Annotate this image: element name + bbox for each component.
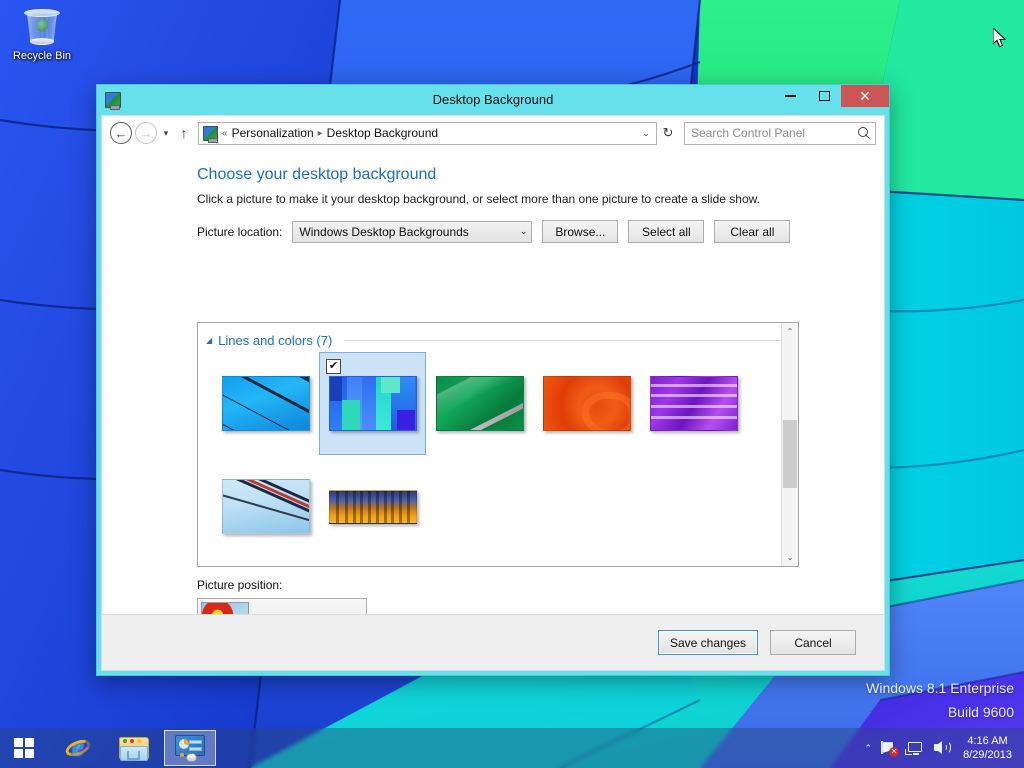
page-subheading: Click a picture to make it your desktop … (197, 192, 760, 206)
scrollbar-thumb[interactable] (783, 420, 797, 488)
thumbnail-item-7[interactable] (319, 455, 426, 558)
minimize-button[interactable] (773, 85, 807, 107)
scroll-down-button[interactable]: ⌄ (782, 549, 798, 566)
thumbnail-row-1: ✔ (198, 352, 798, 455)
gallery-group-header[interactable]: ◢ Lines and colors (7) (206, 333, 788, 348)
amber-building-thumbnail (328, 489, 417, 524)
recycle-bin-label: Recycle Bin (12, 50, 72, 62)
orange-swirl-thumbnail (542, 376, 631, 431)
select-all-button[interactable]: Select all (628, 220, 705, 243)
up-button[interactable]: ↑ (174, 125, 194, 141)
light-blue-curve-thumbnail (221, 479, 310, 534)
scroll-up-button[interactable]: ⌃ (782, 323, 798, 340)
blue-lines-thumbnail (221, 376, 310, 431)
picture-location-row: Picture location: Windows Desktop Backgr… (197, 220, 884, 243)
collapse-triangle-icon[interactable]: ◢ (206, 336, 212, 345)
chevron-down-icon: ⌄ (519, 226, 528, 236)
control-panel-icon (175, 735, 205, 762)
breadcrumb-item-desktop-background[interactable]: Desktop Background (327, 126, 438, 140)
clock-time: 4:16 AM (967, 735, 1008, 747)
thumbnail-row-2 (198, 455, 798, 558)
window-title-bar[interactable]: Desktop Background ✕ (97, 85, 889, 115)
clear-all-button[interactable]: Clear all (714, 220, 791, 243)
volume-icon[interactable] (933, 740, 952, 756)
recycle-bin[interactable]: Recycle Bin (4, 4, 80, 63)
group-divider (344, 340, 788, 341)
breadcrumb: « Personalization ▸ Desktop Background (222, 126, 638, 140)
network-icon[interactable]: ✕ (881, 740, 900, 757)
personalization-icon (105, 92, 121, 110)
search-icon[interactable] (858, 126, 871, 140)
picture-position-label: Picture position: (197, 578, 283, 592)
forward-arrow-icon: → (139, 125, 153, 141)
dialog-footer: Save changes Cancel (102, 614, 884, 670)
maximize-icon (818, 91, 830, 101)
gallery-group-label: Lines and colors (7) (218, 333, 333, 348)
picture-position-preview (201, 602, 249, 614)
desktop-background-window[interactable]: Desktop Background ✕ ← → ▾ ↑ « Personali… (96, 84, 890, 676)
browse-button[interactable]: Browse... (542, 220, 619, 243)
windows-logo-icon (14, 738, 34, 758)
cancel-button[interactable]: Cancel (770, 630, 856, 655)
minimize-icon (784, 95, 796, 97)
main-content: Choose your desktop background Click a p… (102, 150, 884, 614)
picture-location-value: Windows Desktop Backgrounds (299, 224, 469, 239)
close-button[interactable]: ✕ (841, 85, 889, 107)
back-arrow-icon: ← (114, 125, 128, 141)
address-personalization-icon (203, 125, 218, 143)
window-title: Desktop Background (432, 92, 554, 107)
recent-locations-button[interactable]: ▾ (158, 128, 174, 139)
picture-location-label: Picture location: (197, 224, 283, 239)
picture-position-select[interactable]: Fill ⌄ (197, 598, 367, 614)
taskbar-control-panel[interactable] (164, 730, 216, 766)
forward-button[interactable]: → (135, 122, 157, 144)
thumbnail-checkbox[interactable]: ✔ (326, 359, 341, 374)
clock-date: 8/29/2013 (963, 749, 1012, 761)
show-hidden-icons-button[interactable]: ⌃ (865, 743, 873, 754)
desktop[interactable]: Recycle Bin Desktop Background ✕ ← → ▾ ↑… (0, 0, 1024, 768)
thumbnail-item-6[interactable] (212, 455, 319, 558)
internet-explorer-icon: e (63, 734, 93, 762)
breadcrumb-separator: ▸ (317, 127, 323, 139)
balloon-panels-thumbnail (328, 376, 417, 431)
purple-waves-thumbnail (649, 376, 738, 431)
window-client-area: ← → ▾ ↑ « Personalization ▸ Desktop Back… (101, 115, 885, 671)
display-icon[interactable] (905, 740, 924, 756)
back-button[interactable]: ← (110, 122, 132, 144)
picture-location-select[interactable]: Windows Desktop Backgrounds ⌄ (292, 220, 533, 243)
taskbar[interactable]: e ⌃ ✕ 4:16 AM 8/29/2013 (0, 728, 1024, 768)
search-box[interactable] (684, 121, 876, 145)
navigation-bar: ← → ▾ ↑ « Personalization ▸ Desktop Back… (102, 116, 884, 150)
system-tray[interactable]: ⌃ ✕ 4:16 AM 8/29/2013 (865, 728, 1024, 768)
thumbnail-item-5[interactable] (640, 352, 747, 455)
start-button[interactable] (0, 728, 48, 768)
file-explorer-icon (119, 735, 149, 761)
close-icon: ✕ (859, 88, 871, 104)
window-controls[interactable]: ✕ (773, 85, 889, 115)
gallery-viewport: ◢ Lines and colors (7) ✔ (198, 323, 798, 566)
address-dropdown-icon[interactable]: ⌄ (638, 128, 654, 139)
taskbar-internet-explorer[interactable]: e (52, 730, 104, 766)
thumbnail-item-1[interactable] (212, 352, 319, 455)
maximize-button[interactable] (807, 85, 841, 107)
scrollbar-track[interactable] (782, 340, 798, 549)
thumbnail-item-2-selected[interactable]: ✔ (319, 352, 426, 455)
breadcrumb-prefix: « (222, 127, 228, 139)
green-ribbon-thumbnail (435, 376, 524, 431)
page-title: Choose your desktop background (197, 166, 437, 183)
search-input[interactable] (691, 126, 858, 140)
thumbnail-item-4[interactable] (533, 352, 640, 455)
recycle-bin-icon (21, 6, 63, 48)
refresh-button[interactable]: ↻ (657, 125, 679, 141)
taskbar-file-explorer[interactable] (108, 730, 160, 766)
picture-gallery[interactable]: ◢ Lines and colors (7) ✔ ⌃ ⌄ (197, 322, 799, 567)
save-changes-button[interactable]: Save changes (658, 630, 758, 655)
clock[interactable]: 4:16 AM 8/29/2013 (959, 734, 1016, 762)
gallery-scrollbar[interactable]: ⌃ ⌄ (781, 323, 798, 566)
address-bar[interactable]: « Personalization ▸ Desktop Background ⌄ (198, 121, 657, 145)
thumbnail-item-3[interactable] (426, 352, 533, 455)
breadcrumb-item-personalization[interactable]: Personalization (232, 126, 314, 140)
